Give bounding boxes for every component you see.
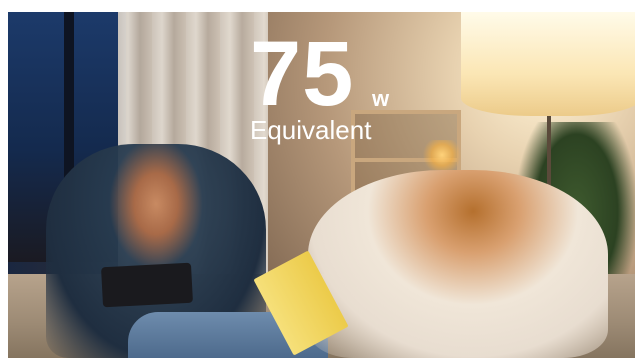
equivalent-label: Equivalent	[250, 115, 372, 145]
floor-lamp-shade	[461, 12, 635, 116]
wattage-headline: 75 w Equivalent	[250, 28, 400, 146]
tablet	[101, 262, 193, 308]
banner-frame: 75 w Equivalent	[0, 0, 642, 358]
wattage-number: 75	[250, 23, 355, 125]
wattage-unit: w	[372, 86, 390, 111]
fairy-lights	[420, 140, 464, 170]
woman-reading	[308, 170, 608, 358]
